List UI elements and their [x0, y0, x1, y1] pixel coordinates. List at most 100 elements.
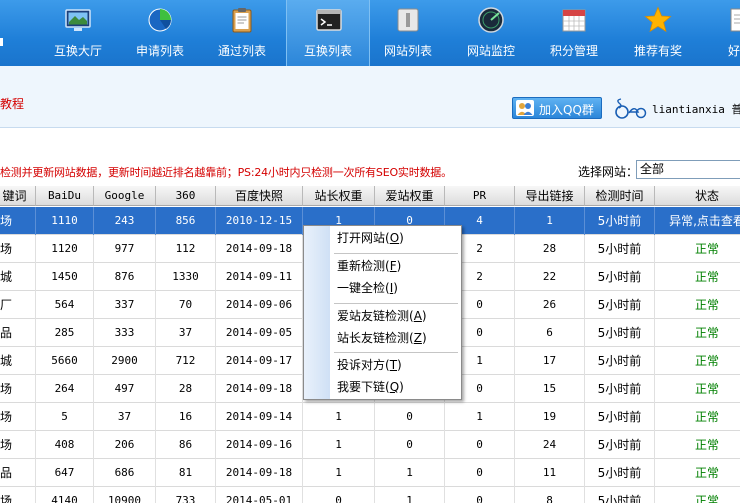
- header-check-time[interactable]: 检测时间: [585, 186, 655, 206]
- cell-360: 112: [156, 235, 216, 263]
- menu-item-key: Q: [389, 380, 400, 394]
- nav-label: 网站监控: [466, 44, 515, 58]
- menu-item-zhanzhang-links[interactable]: 站长友链检测(Z): [330, 327, 461, 349]
- table-row[interactable]: 品 647 686 81 2014-09-18 1 1 0 11 5小时前 正常: [0, 459, 740, 487]
- cell-status[interactable]: 正常: [655, 375, 740, 403]
- cell-status[interactable]: 正常: [655, 403, 740, 431]
- table-row[interactable]: 场 4140 10900 733 2014-05-01 0 1 0 8 5小时前 正常: [0, 487, 740, 503]
- join-qq-group-button[interactable]: 加入QQ群: [512, 97, 602, 119]
- cell-baidu: 564: [36, 291, 94, 319]
- cell-check-time: 5小时前: [585, 403, 655, 431]
- header-az-weight[interactable]: 爱站权重: [375, 186, 445, 206]
- cell-status[interactable]: 正常: [655, 347, 740, 375]
- cell-360: 70: [156, 291, 216, 319]
- cell-snapshot: 2014-09-18: [216, 235, 303, 263]
- cell-check-time: 5小时前: [585, 235, 655, 263]
- cell-zz-weight: 1: [303, 459, 375, 487]
- cell-outlinks: 6: [515, 319, 585, 347]
- cell-status[interactable]: 正常: [655, 291, 740, 319]
- cell-360: 28: [156, 375, 216, 403]
- nav-item-articles[interactable]: 好文: [698, 0, 740, 66]
- site-select[interactable]: 全部: [636, 160, 740, 179]
- header-pr[interactable]: PR: [445, 186, 515, 206]
- cell-az-weight: 1: [375, 487, 445, 503]
- menu-item-label: 一键全检: [337, 281, 386, 295]
- cell-baidu: 5660: [36, 347, 94, 375]
- cell-check-time: 5小时前: [585, 291, 655, 319]
- calendar-icon: [562, 9, 586, 32]
- nav-item-points[interactable]: 积分管理: [532, 0, 616, 66]
- cell-google: 37: [94, 403, 156, 431]
- cell-status[interactable]: 异常,点击查看: [655, 207, 740, 235]
- cell-snapshot: 2014-09-05: [216, 319, 303, 347]
- cell-status[interactable]: 正常: [655, 431, 740, 459]
- table-row[interactable]: 场 408 206 86 2014-09-16 1 0 0 24 5小时前 正常: [0, 431, 740, 459]
- cell-status[interactable]: 正常: [655, 319, 740, 347]
- cell-360: 712: [156, 347, 216, 375]
- menu-item-label: 重新检测: [337, 259, 386, 273]
- menu-item-aizhan-links[interactable]: 爱站友链检测(A): [330, 305, 461, 327]
- header-zz-weight[interactable]: 站长权重: [303, 186, 375, 206]
- cell-google: 2900: [94, 347, 156, 375]
- cell-keyword: 城: [0, 347, 36, 375]
- nav-label: 推荐有奖: [633, 44, 682, 58]
- nav-label: 申请列表: [135, 44, 184, 58]
- monitor-icon: [65, 9, 91, 31]
- nav-item-exchange-hall[interactable]: 互换大厅: [36, 0, 120, 66]
- cell-status[interactable]: 正常: [655, 487, 740, 503]
- menu-item-open-site[interactable]: 打开网站(O): [330, 227, 461, 249]
- cell-pr: 0: [445, 487, 515, 503]
- nav-label: 互换大厅: [53, 44, 102, 58]
- nav-item-referral[interactable]: 推荐有奖: [616, 0, 700, 66]
- table-row[interactable]: 场 5 37 16 2014-09-14 1 0 1 19 5小时前 正常: [0, 403, 740, 431]
- seo-logo-icon: [615, 98, 647, 119]
- cell-status[interactable]: 正常: [655, 263, 740, 291]
- menu-item-remove-link[interactable]: 我要下链(Q): [330, 376, 461, 398]
- menu-item-key: I: [389, 281, 394, 295]
- cell-az-weight: 1: [375, 459, 445, 487]
- header-google[interactable]: Google: [94, 186, 156, 206]
- header-keyword[interactable]: 键词: [0, 186, 36, 206]
- menu-item-recheck[interactable]: 重新检测(F): [330, 255, 461, 277]
- cell-outlinks: 22: [515, 263, 585, 291]
- nav-item-applications[interactable]: 申请列表: [118, 0, 202, 66]
- cell-360: 86: [156, 431, 216, 459]
- nav-item-approved[interactable]: 通过列表: [200, 0, 284, 66]
- cell-status[interactable]: 正常: [655, 235, 740, 263]
- header-baidu[interactable]: BaiDu: [36, 186, 94, 206]
- cell-keyword: 品: [0, 319, 36, 347]
- cell-keyword: 城: [0, 263, 36, 291]
- qq-button-label: 加入QQ群: [539, 103, 594, 117]
- cell-keyword: 场: [0, 487, 36, 503]
- menu-item-complain[interactable]: 投诉对方(T): [330, 354, 461, 376]
- nav-label: 互换列表: [303, 44, 352, 58]
- header-outlinks[interactable]: 导出链接: [515, 186, 585, 206]
- menu-separator: [334, 253, 458, 254]
- cell-360: 856: [156, 207, 216, 235]
- cell-360: 1330: [156, 263, 216, 291]
- cell-google: 497: [94, 375, 156, 403]
- nav-item-swap-list[interactable]: 互换列表: [286, 0, 370, 66]
- cell-status[interactable]: 正常: [655, 459, 740, 487]
- cell-google: 10900: [94, 487, 156, 503]
- cell-outlinks: 15: [515, 375, 585, 403]
- seo-logo: [613, 93, 647, 123]
- cell-az-weight: 0: [375, 403, 445, 431]
- nav-item-site-monitor[interactable]: 网站监控: [449, 0, 533, 66]
- site-select-label: 选择网站：: [578, 165, 639, 179]
- tutorial-link[interactable]: 教程: [0, 95, 24, 112]
- menu-item-check-all[interactable]: 一键全检(I): [330, 277, 461, 299]
- header-snapshot[interactable]: 百度快照: [216, 186, 303, 206]
- cell-outlinks: 19: [515, 403, 585, 431]
- cell-360: 16: [156, 403, 216, 431]
- cell-outlinks: 8: [515, 487, 585, 503]
- cell-keyword: 场: [0, 207, 36, 235]
- menu-item-label: 打开网站: [337, 231, 386, 245]
- username-label: liantianxia 普: [652, 103, 740, 116]
- nav-item-site-list[interactable]: 网站列表: [366, 0, 450, 66]
- cell-google: 243: [94, 207, 156, 235]
- menu-item-key: A: [413, 309, 422, 323]
- header-360[interactable]: 360: [156, 186, 216, 206]
- cell-baidu: 5: [36, 403, 94, 431]
- header-status[interactable]: 状态: [655, 186, 740, 206]
